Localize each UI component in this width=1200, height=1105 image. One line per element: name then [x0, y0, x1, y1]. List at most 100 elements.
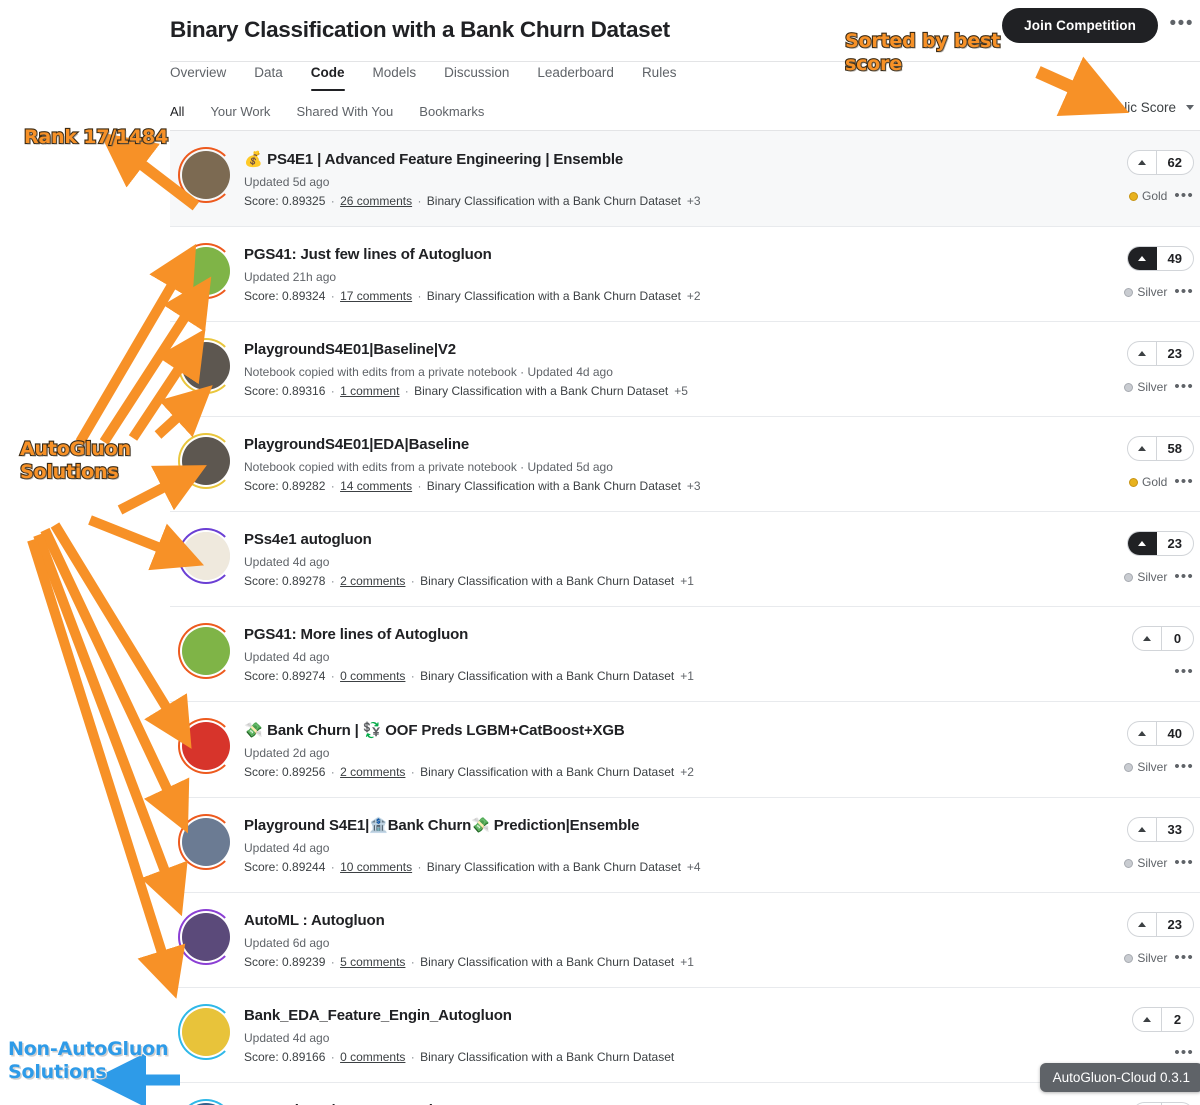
extra-tags-count[interactable]: +3 [681, 479, 701, 493]
comments-link[interactable]: 2 comments [340, 765, 405, 779]
competition-tag[interactable]: Binary Classification with a Bank Churn … [420, 955, 674, 969]
row-overflow-icon[interactable]: ••• [1174, 759, 1194, 774]
comments-link[interactable]: 1 comment [340, 384, 399, 398]
nav-item-leaderboard[interactable]: Leaderboard [537, 61, 614, 91]
competition-tag[interactable]: Binary Classification with a Bank Churn … [427, 194, 681, 208]
upvote-button[interactable]: 0 [1132, 626, 1194, 651]
upvote-arrow-icon[interactable] [1128, 913, 1157, 936]
avatar[interactable] [178, 528, 234, 584]
upvote-button[interactable]: 49 [1126, 246, 1194, 271]
upvote-button[interactable]: 23 [1126, 912, 1194, 937]
row-overflow-icon[interactable]: ••• [1174, 569, 1194, 584]
notebook-title[interactable]: Playground S4E1|🏦Bank Churn💸 Prediction|… [244, 816, 1098, 836]
avatar[interactable] [178, 147, 234, 203]
notebook-title[interactable]: PGS41: More lines of Autogluon [244, 625, 1098, 645]
nav-item-discussion[interactable]: Discussion [444, 61, 509, 91]
upvote-button[interactable]: 40 [1126, 721, 1194, 746]
competition-tag[interactable]: Binary Classification with a Bank Churn … [414, 384, 668, 398]
competition-tag[interactable]: Binary Classification with a Bank Churn … [427, 860, 681, 874]
notebook-title[interactable]: 💸 Bank Churn | 💱 OOF Preds LGBM+CatBoost… [244, 720, 1098, 741]
tab-shared-with-you[interactable]: Shared With You [296, 104, 393, 131]
row-overflow-icon[interactable]: ••• [1174, 379, 1194, 394]
upvote-arrow-icon[interactable] [1133, 1008, 1162, 1031]
notebook-row[interactable]: 💸 Bank Churn | 💱 OOF Preds LGBM+CatBoost… [170, 702, 1200, 798]
extra-tags-count[interactable]: +2 [681, 289, 701, 303]
notebook-row[interactable]: AutoML : Autogluon Updated 6d ago Score: 0… [170, 893, 1200, 988]
avatar[interactable] [178, 718, 234, 774]
tab-bookmarks[interactable]: Bookmarks [419, 104, 484, 131]
notebook-title[interactable]: Bank_EDA_Feature_Engin_Autogluon [244, 1006, 1098, 1026]
extra-tags-count[interactable]: +3 [681, 194, 701, 208]
upvote-button[interactable]: 2 [1132, 1007, 1194, 1032]
row-overflow-icon[interactable]: ••• [1174, 1045, 1194, 1060]
nav-item-rules[interactable]: Rules [642, 61, 677, 91]
notebook-title[interactable]: PlaygroundS4E01|EDA|Baseline [244, 435, 1098, 455]
nav-item-overview[interactable]: Overview [170, 61, 226, 91]
competition-tag[interactable]: Binary Classification with a Bank Churn … [420, 765, 674, 779]
upvote-button[interactable]: 58 [1126, 436, 1194, 461]
nav-item-data[interactable]: Data [254, 61, 283, 91]
tab-all[interactable]: All [170, 104, 184, 131]
notebook-row[interactable]: PlaygroundS4E01|Baseline|V2 Notebook copi… [170, 322, 1200, 417]
avatar[interactable] [178, 338, 234, 394]
notebook-row[interactable]: PGS41: More lines of Autogluon Updated 4d… [170, 607, 1200, 702]
extra-tags-count[interactable]: +2 [674, 765, 694, 779]
upvote-arrow-icon[interactable] [1128, 437, 1157, 460]
comments-link[interactable]: 26 comments [340, 194, 412, 208]
upvote-arrow-icon[interactable] [1133, 627, 1162, 650]
avatar[interactable] [178, 909, 234, 965]
competition-tag[interactable]: Binary Classification with a Bank Churn … [427, 479, 681, 493]
row-overflow-icon[interactable]: ••• [1174, 950, 1194, 965]
upvote-button[interactable]: 62 [1126, 150, 1194, 175]
avatar[interactable] [178, 243, 234, 299]
avatar[interactable] [178, 623, 234, 679]
comments-link[interactable]: 17 comments [340, 289, 412, 303]
competition-tag[interactable]: Binary Classification with a Bank Churn … [420, 1050, 674, 1064]
avatar[interactable] [178, 814, 234, 870]
extra-tags-count[interactable]: +4 [681, 860, 701, 874]
sort-dropdown[interactable]: Public Score [1100, 100, 1194, 115]
notebook-row[interactable]: 💰 PS4E1 | Advanced Feature Engineering |… [170, 131, 1200, 227]
upvote-arrow-icon[interactable] [1128, 722, 1157, 745]
header-overflow-icon[interactable]: ••• [1170, 14, 1194, 34]
row-overflow-icon[interactable]: ••• [1174, 855, 1194, 870]
comments-link[interactable]: 0 comments [340, 1050, 405, 1064]
upvote-arrow-icon[interactable] [1128, 151, 1157, 174]
nav-item-code[interactable]: Code [310, 61, 345, 91]
nav-item-models[interactable]: Models [373, 61, 417, 91]
notebook-title[interactable]: PSs4e1 autogluon [244, 530, 1098, 550]
notebook-title[interactable]: 💰 PS4E1 | Advanced Feature Engineering |… [244, 149, 1098, 170]
extra-tags-count[interactable]: +5 [668, 384, 688, 398]
notebook-row[interactable]: PSs4e1 autogluon Updated 4d ago Score: 0.8… [170, 512, 1200, 607]
row-overflow-icon[interactable]: ••• [1174, 284, 1194, 299]
upvote-arrow-icon[interactable] [1128, 818, 1157, 841]
notebook-row[interactable]: PGS41: Just few lines of Autogluon Update… [170, 227, 1200, 322]
notebook-title[interactable]: PGS41: Just few lines of Autogluon [244, 245, 1098, 265]
competition-tag[interactable]: Binary Classification with a Bank Churn … [420, 574, 674, 588]
competition-tag[interactable]: Binary Classification with a Bank Churn … [420, 669, 674, 683]
upvote-button[interactable]: 23 [1126, 531, 1194, 556]
upvote-button[interactable]: 23 [1126, 341, 1194, 366]
comments-link[interactable]: 5 comments [340, 955, 405, 969]
upvote-arrow-icon[interactable] [1127, 247, 1157, 270]
comments-link[interactable]: 0 comments [340, 669, 405, 683]
notebook-title[interactable]: Banc Churn | AutoML Version [244, 1101, 1098, 1105]
row-overflow-icon[interactable]: ••• [1174, 474, 1194, 489]
upvote-arrow-icon[interactable] [1127, 532, 1157, 555]
avatar[interactable] [178, 1004, 234, 1060]
notebook-row[interactable]: Playground S4E1|🏦Bank Churn💸 Prediction|… [170, 798, 1200, 893]
notebook-title[interactable]: AutoML : Autogluon [244, 911, 1098, 931]
extra-tags-count[interactable]: +1 [674, 955, 694, 969]
comments-link[interactable]: 14 comments [340, 479, 412, 493]
comments-link[interactable]: 2 comments [340, 574, 405, 588]
row-overflow-icon[interactable]: ••• [1174, 188, 1194, 203]
extra-tags-count[interactable]: +1 [674, 574, 694, 588]
avatar[interactable] [178, 433, 234, 489]
notebook-title[interactable]: PlaygroundS4E01|Baseline|V2 [244, 340, 1098, 360]
join-competition-button[interactable]: Join Competition [1002, 8, 1158, 43]
upvote-button[interactable]: 33 [1126, 817, 1194, 842]
notebook-row[interactable]: PlaygroundS4E01|EDA|Baseline Notebook cop… [170, 417, 1200, 512]
comments-link[interactable]: 10 comments [340, 860, 412, 874]
extra-tags-count[interactable]: +1 [674, 669, 694, 683]
row-overflow-icon[interactable]: ••• [1174, 664, 1194, 679]
